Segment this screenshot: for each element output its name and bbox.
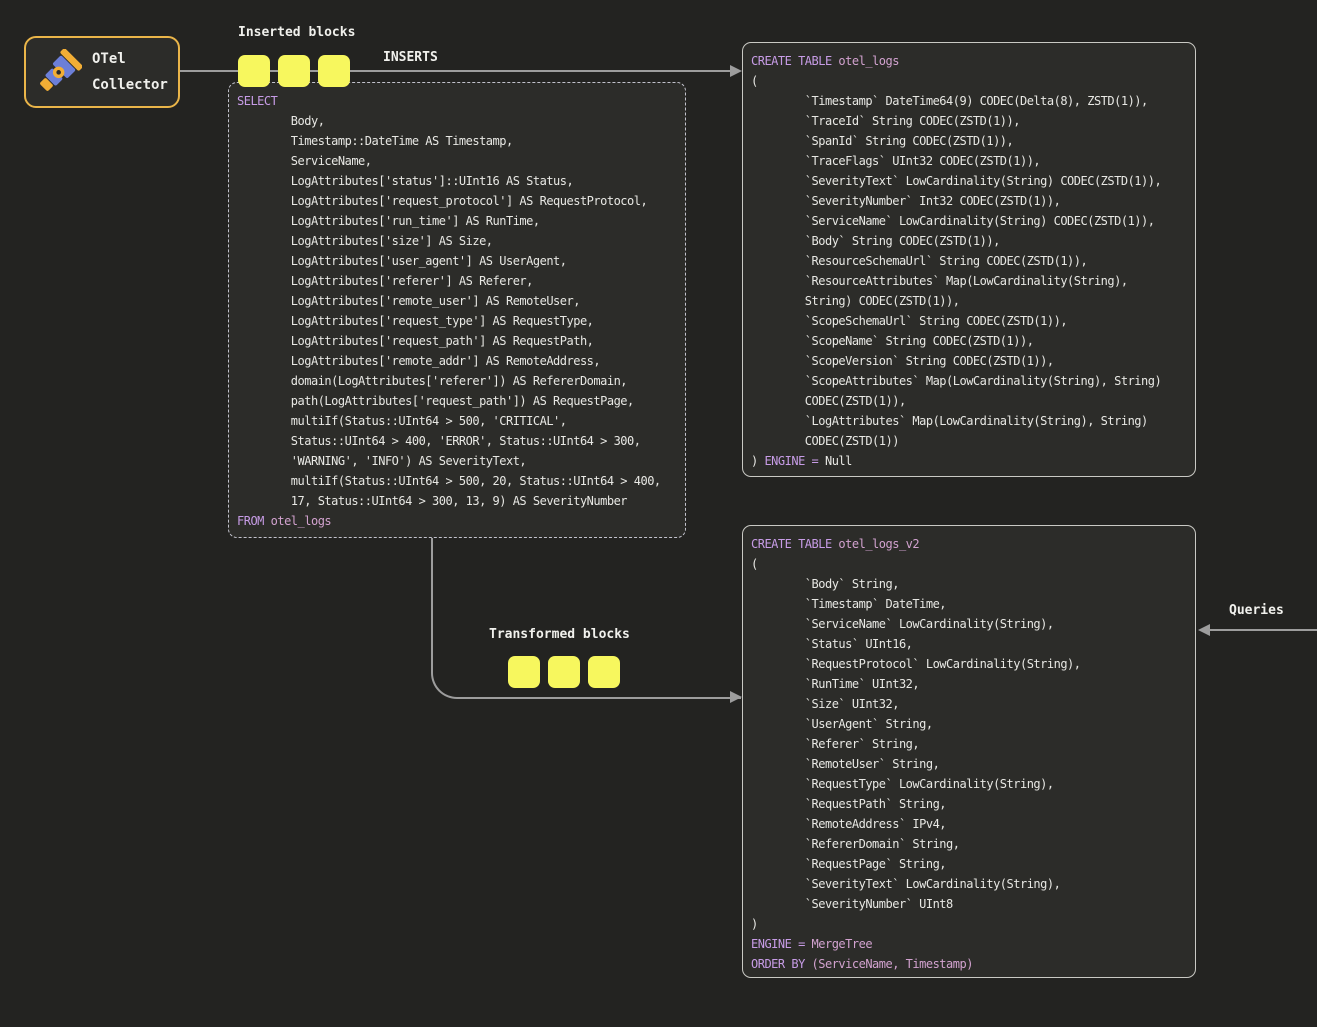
inserts-arrowhead-icon [730, 65, 742, 77]
transformed-blocks-group [508, 656, 620, 688]
inserted-blocks-group [238, 55, 350, 87]
data-block [238, 55, 270, 87]
queries-connector-line [1210, 629, 1317, 631]
inserts-label: INSERTS [383, 50, 438, 65]
transformed-arrowhead-icon [730, 691, 742, 703]
data-block [588, 656, 620, 688]
data-block [548, 656, 580, 688]
otel-collector-label-line1: OTel [92, 46, 168, 72]
transformed-blocks-label: Transformed blocks [489, 627, 630, 642]
create-table-otel-logs-box: CREATE TABLE otel_logs( `Timestamp` Date… [742, 42, 1196, 477]
inserted-blocks-label: Inserted blocks [238, 25, 355, 40]
select-query-box: SELECT Body, Timestamp::DateTime AS Time… [228, 82, 686, 538]
otel-collector-node: OTel Collector [24, 36, 180, 108]
data-block [508, 656, 540, 688]
data-block [318, 55, 350, 87]
queries-arrowhead-icon [1198, 624, 1210, 636]
data-block [278, 55, 310, 87]
diagram-canvas: OTel Collector Inserted blocks INSERTS S… [0, 0, 1317, 1027]
create-table-otel-logs-v2-box: CREATE TABLE otel_logs_v2( `Body` String… [742, 525, 1196, 978]
otel-collector-label: OTel Collector [92, 46, 168, 98]
otel-telescope-icon [36, 49, 82, 95]
otel-collector-label-line2: Collector [92, 72, 168, 98]
queries-label: Queries [1229, 603, 1284, 618]
